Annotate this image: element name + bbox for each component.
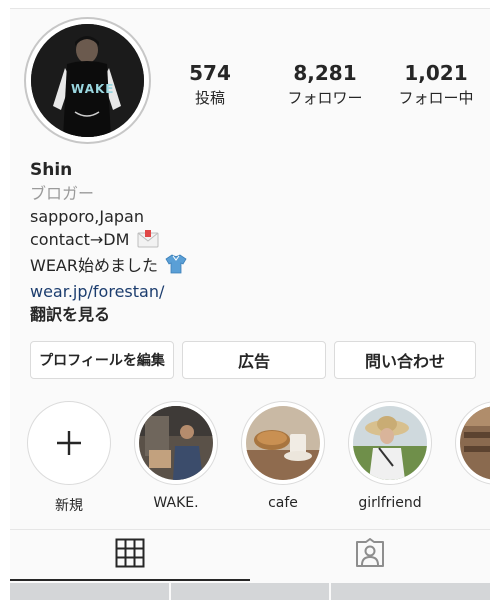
avatar-shirt-text: WAKE [71, 82, 115, 96]
following-stat[interactable]: 1,021 フォロー中 [382, 61, 490, 107]
highlight-label: 新規 [55, 498, 83, 514]
profile-avatar[interactable]: WAKE [24, 17, 151, 144]
highlight-girlfriend-thumbnail [353, 406, 427, 480]
profile-category: ブロガー [30, 184, 95, 203]
posts-count: 574 [189, 61, 231, 85]
followers-stat[interactable]: 8,281 フォロワー [270, 61, 380, 107]
highlight-label: cafe [268, 495, 298, 511]
highlight-label: WAKE. [153, 495, 199, 511]
tagged-person-icon [354, 538, 386, 572]
highlight-new[interactable]: 新規 [24, 401, 114, 515]
followers-label: フォロワー [287, 89, 363, 107]
tab-grid[interactable] [10, 530, 250, 581]
tab-tagged[interactable] [250, 530, 490, 580]
highlight-ring [241, 401, 325, 485]
bio-contact-text: contact→DM [30, 230, 130, 249]
ads-button[interactable]: 広告 [182, 341, 326, 379]
profile-page: WAKE 574 投稿 8,281 フォロワー 1,021 フォロー中 Shin… [10, 8, 490, 600]
bio-line-location: sapporo,Japan [30, 207, 144, 226]
bio-line-wear: WEAR始めました [30, 254, 480, 280]
highlight-wake[interactable]: WAKE. [131, 401, 221, 511]
profile-stats: 574 投稿 8,281 フォロワー 1,021 フォロー中 [170, 61, 490, 121]
highlight-ring [455, 401, 490, 485]
profile-actions: プロフィールを編集 広告 問い合わせ [30, 341, 476, 379]
highlight-new-circle[interactable] [27, 401, 111, 485]
bio-line-contact: contact→DM [30, 228, 480, 254]
following-count: 1,021 [404, 61, 468, 85]
profile-tabs [10, 529, 490, 581]
posts-label: 投稿 [194, 89, 225, 107]
plus-icon [28, 402, 110, 484]
highlight-h-thumbnail [460, 406, 490, 480]
profile-bio: Shin ブロガー sapporo,Japan contact→DM WEAR始… [30, 159, 480, 326]
post-thumbnail[interactable] [170, 583, 330, 600]
contact-button[interactable]: 問い合わせ [334, 341, 476, 379]
highlight-label: H [452, 495, 490, 511]
translate-link[interactable]: 翻訳を見る [30, 303, 480, 326]
highlight-girlfriend[interactable]: girlfriend [345, 401, 435, 511]
profile-link[interactable]: wear.jp/forestan/ [30, 280, 480, 303]
profile-name: Shin [30, 160, 73, 180]
highlight-cafe[interactable]: cafe [238, 401, 328, 511]
post-thumbnail[interactable] [10, 583, 169, 600]
highlight-wake-thumbnail [139, 406, 213, 480]
posts-stat[interactable]: 574 投稿 [170, 61, 250, 107]
followers-count: 8,281 [293, 61, 357, 85]
highlight-ring [134, 401, 218, 485]
bio-wear-text: WEAR始めました [30, 256, 158, 275]
shirt-icon [165, 254, 187, 280]
highlight-h[interactable]: H [452, 401, 490, 511]
highlight-cafe-thumbnail [246, 406, 320, 480]
highlight-ring [348, 401, 432, 485]
highlight-label: girlfriend [358, 495, 422, 511]
post-thumbnail[interactable] [331, 583, 490, 600]
edit-profile-button[interactable]: プロフィールを編集 [30, 341, 174, 379]
envelope-icon [137, 230, 159, 254]
following-label: フォロー中 [398, 89, 474, 107]
post-grid-preview [10, 583, 490, 600]
story-highlights: 新規 WAKE. cafe girlfriend [10, 401, 490, 521]
grid-icon [115, 538, 145, 572]
avatar-photo: WAKE [31, 24, 144, 137]
